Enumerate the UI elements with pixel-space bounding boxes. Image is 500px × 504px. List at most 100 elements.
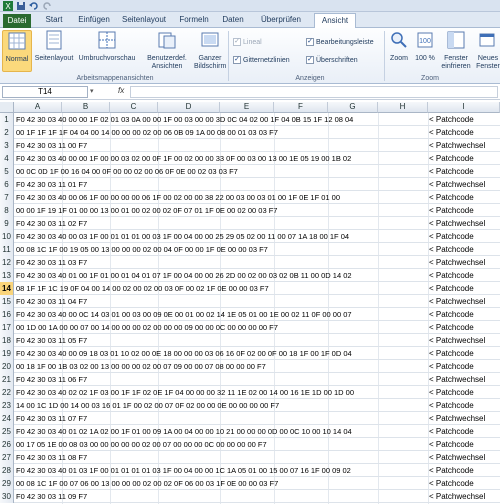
cell-comment[interactable]: < Patchcode	[429, 282, 474, 295]
cell-hex-data[interactable]: 00 18 1F 00 1B 03 02 00 13 00 00 00 02 0…	[16, 360, 378, 373]
cell-hex-data[interactable]: F0 42 30 03 40 00 03 1F 00 01 01 01 00 0…	[16, 230, 378, 243]
formula-input[interactable]	[130, 86, 498, 98]
row-header[interactable]: 1	[0, 113, 14, 126]
table-row[interactable]: 30 F0 42 30 03 11 09 F7 < Patchwechsel	[0, 490, 500, 503]
cell-comment[interactable]: < Patchwechsel	[429, 139, 485, 152]
row-header[interactable]: 23	[0, 399, 14, 412]
cell-hex-data[interactable]: 00 1D 00 1A 00 00 07 00 14 00 00 00 02 0…	[16, 321, 378, 334]
normal-view-button[interactable]: Normal	[2, 30, 32, 72]
table-row[interactable]: 25 F0 42 30 03 40 01 02 1A 02 00 1F 01 00…	[0, 425, 500, 438]
table-row[interactable]: 18 F0 42 30 03 11 05 F7 < Patchwechsel	[0, 334, 500, 347]
table-row[interactable]: 9 F0 42 30 03 11 02 F7 < Patchwechsel	[0, 217, 500, 230]
row-header[interactable]: 25	[0, 425, 14, 438]
zoom-button[interactable]: Zoom	[388, 30, 410, 72]
cell-hex-data[interactable]: 14 00 1C 1D 00 14 00 03 16 01 1F 00 02 0…	[16, 399, 378, 412]
cell-comment[interactable]: < Patchcode	[429, 308, 474, 321]
page-break-preview-button[interactable]: Umbruchvorschau	[76, 30, 138, 72]
column-header[interactable]: I	[428, 102, 500, 113]
name-box-dropdown-icon[interactable]: ▾	[90, 87, 94, 95]
table-row[interactable]: 19 F0 42 30 03 40 00 09 18 03 01 10 02 00…	[0, 347, 500, 360]
cell-hex-data[interactable]: F0 42 30 03 40 00 00 1F 00 00 03 02 00 0…	[16, 152, 378, 165]
name-box[interactable]: T14	[2, 86, 88, 98]
tab-data[interactable]: Daten	[216, 13, 250, 28]
page-layout-view-button[interactable]: Seitenlayout	[34, 30, 74, 72]
cell-hex-data[interactable]: F0 42 30 03 11 02 F7	[16, 217, 378, 230]
redo-icon[interactable]	[42, 1, 52, 11]
select-all-corner[interactable]	[0, 102, 14, 113]
table-row[interactable]: 24 F0 42 30 03 11 07 F7 < Patchwechsel	[0, 412, 500, 425]
cell-comment[interactable]: < Patchwechsel	[429, 334, 485, 347]
tab-view[interactable]: Ansicht	[314, 13, 356, 29]
cell-hex-data[interactable]: F0 42 30 03 11 07 F7	[16, 412, 378, 425]
row-header[interactable]: 30	[0, 490, 14, 503]
row-header[interactable]: 19	[0, 347, 14, 360]
row-header[interactable]: 26	[0, 438, 14, 451]
full-screen-button[interactable]: Ganzer Bildschirm	[194, 30, 226, 72]
cell-hex-data[interactable]: F0 42 30 03 40 00 0C 14 03 01 00 03 00 0…	[16, 308, 378, 321]
table-row[interactable]: 2 00 1F 1F 1F 1F 04 04 00 14 00 00 00 02 …	[0, 126, 500, 139]
column-header[interactable]: D	[158, 102, 220, 113]
cell-comment[interactable]: < Patchcode	[429, 360, 474, 373]
cell-hex-data[interactable]: F0 42 30 03 11 01 F7	[16, 178, 378, 191]
row-header[interactable]: 7	[0, 191, 14, 204]
cell-comment[interactable]: < Patchwechsel	[429, 178, 485, 191]
table-row[interactable]: 28 F0 42 30 03 40 01 03 1F 00 01 01 01 01…	[0, 464, 500, 477]
cell-hex-data[interactable]: F0 42 30 03 40 02 02 1F 03 00 1F 1F 02 0…	[16, 386, 378, 399]
freeze-panes-button[interactable]: Fenster einfrieren	[440, 30, 472, 72]
column-header[interactable]: B	[62, 102, 110, 113]
cell-hex-data[interactable]: 00 17 05 1E 00 08 03 00 00 00 00 00 02 0…	[16, 438, 378, 451]
cell-hex-data[interactable]: F0 42 30 03 11 06 F7	[16, 373, 378, 386]
cell-hex-data[interactable]: F0 42 30 03 11 08 F7	[16, 451, 378, 464]
table-row[interactable]: 27 F0 42 30 03 11 08 F7 < Patchwechsel	[0, 451, 500, 464]
column-header[interactable]: H	[378, 102, 428, 113]
insert-function-icon[interactable]: fx	[118, 86, 124, 95]
row-header[interactable]: 9	[0, 217, 14, 230]
spreadsheet-grid[interactable]: A B C D E F G H I 1 F0 42 30 03 40 00 00 …	[0, 102, 500, 504]
tab-file[interactable]: Datei	[3, 14, 31, 28]
cell-comment[interactable]: < Patchcode	[429, 321, 474, 334]
row-header[interactable]: 28	[0, 464, 14, 477]
cell-hex-data[interactable]: F0 42 30 03 11 00 F7	[16, 139, 378, 152]
row-header[interactable]: 29	[0, 477, 14, 490]
table-row[interactable]: 4 F0 42 30 03 40 00 00 1F 00 00 03 02 00 …	[0, 152, 500, 165]
table-row[interactable]: 13 F0 42 30 03 40 01 00 1F 01 00 01 04 01…	[0, 269, 500, 282]
row-header[interactable]: 17	[0, 321, 14, 334]
cell-comment[interactable]: < Patchcode	[429, 243, 474, 256]
row-header[interactable]: 10	[0, 230, 14, 243]
row-header[interactable]: 3	[0, 139, 14, 152]
cell-hex-data[interactable]: F0 42 30 03 40 01 03 1F 00 01 01 01 01 0…	[16, 464, 378, 477]
ruler-checkbox[interactable]: ✓ Lineal	[233, 38, 262, 46]
row-header[interactable]: 5	[0, 165, 14, 178]
cell-comment[interactable]: < Patchcode	[429, 152, 474, 165]
cell-comment[interactable]: < Patchwechsel	[429, 490, 485, 503]
gridlines-checkbox[interactable]: ✓ Gitternetzlinien	[233, 56, 290, 64]
tab-review[interactable]: Überprüfen	[252, 13, 310, 28]
cell-comment[interactable]: < Patchwechsel	[429, 256, 485, 269]
cell-hex-data[interactable]: F0 42 30 03 11 03 F7	[16, 256, 378, 269]
cell-hex-data[interactable]: 00 1F 1F 1F 1F 04 04 00 14 00 00 00 02 0…	[16, 126, 378, 139]
row-header[interactable]: 11	[0, 243, 14, 256]
cell-comment[interactable]: < Patchwechsel	[429, 217, 485, 230]
row-header[interactable]: 20	[0, 360, 14, 373]
row-header[interactable]: 16	[0, 308, 14, 321]
table-row[interactable]: 26 00 17 05 1E 00 08 03 00 00 00 00 00 02…	[0, 438, 500, 451]
cell-comment[interactable]: < Patchcode	[429, 269, 474, 282]
table-row[interactable]: 14 08 1F 1F 1C 19 0F 04 00 14 00 02 00 02…	[0, 282, 500, 295]
cell-comment[interactable]: < Patchcode	[429, 438, 474, 451]
tab-page-layout[interactable]: Seitenlayout	[116, 13, 172, 28]
table-row[interactable]: 11 00 08 1C 1F 00 19 05 00 13 00 00 00 02…	[0, 243, 500, 256]
cell-hex-data[interactable]: F0 42 30 03 40 00 00 1F 02 01 03 0A 00 0…	[16, 113, 378, 126]
tab-start[interactable]: Start	[36, 13, 72, 28]
cell-comment[interactable]: < Patchcode	[429, 126, 474, 139]
cell-comment[interactable]: < Patchcode	[429, 165, 474, 178]
table-row[interactable]: 20 00 18 1F 00 1B 03 02 00 13 00 00 00 02…	[0, 360, 500, 373]
cell-hex-data[interactable]: F0 42 30 03 40 01 00 1F 01 00 01 04 01 0…	[16, 269, 378, 282]
row-header[interactable]: 21	[0, 373, 14, 386]
row-header[interactable]: 22	[0, 386, 14, 399]
cell-hex-data[interactable]: F0 42 30 03 40 01 02 1A 02 00 1F 01 00 0…	[16, 425, 378, 438]
table-row[interactable]: 5 00 0C 0D 1F 00 16 04 00 0F 00 00 02 00 …	[0, 165, 500, 178]
row-header[interactable]: 13	[0, 269, 14, 282]
table-row[interactable]: 7 F0 42 30 03 40 00 06 1F 00 00 00 00 06 …	[0, 191, 500, 204]
cell-hex-data[interactable]: F0 42 30 03 11 05 F7	[16, 334, 378, 347]
custom-views-button[interactable]: Benutzerdef. Ansichten	[142, 30, 192, 72]
